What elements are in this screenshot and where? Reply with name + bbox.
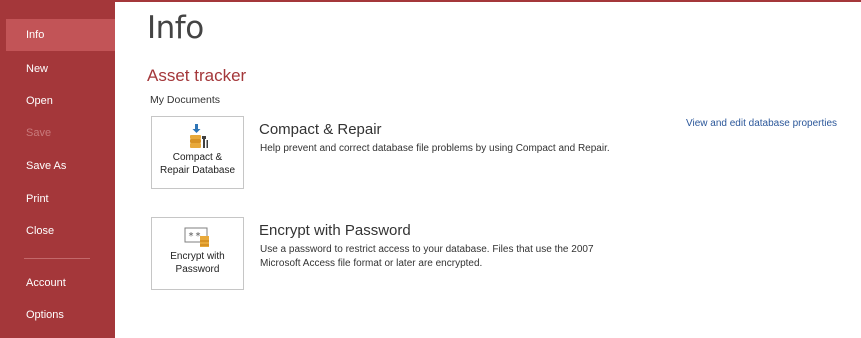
svg-text:*: *	[188, 231, 194, 242]
compact-repair-description: Help prevent and correct database file p…	[260, 143, 610, 154]
nav-item-open[interactable]: Open	[6, 85, 115, 117]
nav-divider	[24, 258, 90, 259]
nav-item-close[interactable]: Close	[6, 215, 115, 247]
compact-repair-title: Compact & Repair	[259, 121, 382, 138]
page-title: Info	[147, 10, 204, 46]
compact-repair-label-line2: Repair Database	[159, 165, 236, 176]
encrypt-password-label-line2: Password	[175, 264, 220, 275]
nav-item-print[interactable]: Print	[6, 183, 115, 215]
compact-repair-icon	[189, 124, 208, 148]
nav-item-info[interactable]: Info	[6, 19, 115, 51]
encrypt-password-button[interactable]: * * Encrypt with Password	[151, 217, 244, 290]
encrypt-password-label-line1: Encrypt with	[170, 251, 225, 262]
nav-item-options[interactable]: Options	[6, 299, 115, 331]
view-edit-properties-link[interactable]: View and edit database properties	[686, 118, 837, 129]
encrypt-password-icon: * *	[184, 227, 209, 247]
compact-repair-button[interactable]: Compact & Repair Database	[151, 116, 244, 189]
nav-item-save: Save	[26, 127, 52, 139]
encrypt-password-title: Encrypt with Password	[259, 222, 411, 239]
encrypt-password-description: Use a password to restrict access to you…	[260, 244, 594, 269]
nav-item-new[interactable]: New	[6, 53, 115, 85]
nav-item-account[interactable]: Account	[6, 267, 115, 299]
top-border	[115, 0, 861, 2]
nav-item-save-as[interactable]: Save As	[6, 150, 115, 182]
compact-repair-label-line1: Compact &	[172, 152, 223, 163]
database-location: My Documents	[150, 94, 221, 106]
backstage-nav: Info New Open Save Save As Print Close A…	[0, 0, 115, 338]
database-name: Asset tracker	[147, 66, 247, 85]
